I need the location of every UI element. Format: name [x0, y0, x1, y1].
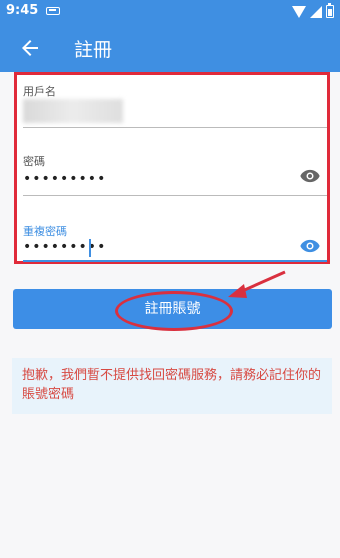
eye-icon[interactable]	[299, 169, 321, 183]
app-bar: 註冊	[0, 24, 340, 72]
notification-icon	[46, 7, 60, 15]
notice-text: 抱歉，我們暫不提供找回密碼服務，請務必記住你的賬號密碼	[22, 368, 322, 402]
eye-icon[interactable]	[299, 239, 321, 253]
password-underline	[23, 195, 327, 196]
password-field[interactable]: 密碼 •••••••••	[17, 131, 327, 197]
register-button[interactable]: 註冊賬號	[13, 289, 332, 329]
username-underline	[23, 127, 327, 128]
status-icons	[292, 3, 334, 18]
confirm-password-underline	[23, 260, 327, 262]
signal-icon	[310, 5, 322, 18]
status-bar: 9:45	[0, 0, 340, 24]
battery-icon	[326, 3, 334, 18]
back-arrow-icon[interactable]	[18, 36, 42, 60]
page-title: 註冊	[74, 39, 113, 61]
confirm-password-input[interactable]: •••••••••	[23, 239, 106, 255]
password-label: 密碼	[23, 155, 45, 168]
password-input[interactable]: •••••••••	[23, 171, 106, 187]
confirm-password-label: 重複密碼	[23, 225, 67, 238]
username-label: 用戶名	[23, 85, 56, 98]
username-value-blurred	[23, 99, 123, 123]
notice-box: 抱歉，我們暫不提供找回密碼服務，請務必記住你的賬號密碼	[12, 358, 332, 414]
wifi-icon	[292, 5, 306, 18]
confirm-password-field[interactable]: 重複密碼 •••••••••	[17, 197, 327, 262]
status-time: 9:45	[6, 3, 39, 18]
text-cursor	[89, 239, 91, 257]
registration-form: 用戶名 密碼 ••••••••• 重複密碼 •••••••••	[14, 72, 330, 264]
username-field[interactable]: 用戶名	[17, 75, 327, 131]
